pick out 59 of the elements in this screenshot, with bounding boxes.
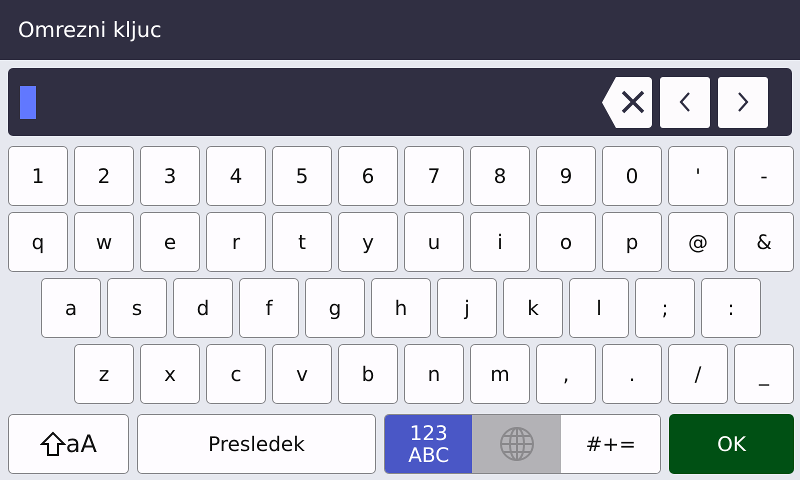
space-key[interactable]: Presledek [136,414,376,474]
keyboard-key[interactable]: 8 [470,146,530,206]
cursor-right-button[interactable] [718,76,768,128]
keyboard-key[interactable]: a [41,278,101,338]
keyboard-key[interactable]: - [734,146,794,206]
keyboard-key[interactable]: f [239,278,299,338]
keyboard-key[interactable]: o [536,212,596,272]
keyboard-key[interactable]: 3 [140,146,200,206]
keyboard-key[interactable]: . [602,344,662,404]
keyboard-key[interactable]: & [734,212,794,272]
keyboard-key[interactable]: 0 [602,146,662,206]
keyboard-key[interactable]: l [569,278,629,338]
keyboard-key[interactable]: k [503,278,563,338]
keyboard-key[interactable]: m [470,344,530,404]
keyboard-key[interactable]: 5 [272,146,332,206]
keyboard-key[interactable]: w [74,212,134,272]
backspace-button[interactable] [602,76,652,128]
chevron-left-icon [678,91,692,113]
keyboard-key[interactable]: / [668,344,728,404]
keyboard-key[interactable]: s [107,278,167,338]
shift-key[interactable]: aA [8,414,129,474]
keyboard-key[interactable]: : [701,278,761,338]
ok-button[interactable]: OK [669,414,794,474]
globe-icon [498,426,535,462]
mode-key[interactable]: 123 ABC [385,415,472,473]
keyboard-key[interactable]: 9 [536,146,596,206]
keyboard-key[interactable]: 1 [8,146,68,206]
keyboard-key[interactable]: u [404,212,464,272]
keyboard-key[interactable]: 2 [74,146,134,206]
keyboard-key[interactable]: ' [668,146,728,206]
keyboard-key[interactable]: r [206,212,266,272]
keyboard-key[interactable]: z [74,344,134,404]
keyboard-key[interactable]: g [305,278,365,338]
chevron-right-icon [736,91,750,113]
keyboard-key[interactable]: p [602,212,662,272]
keyboard-key[interactable]: q [8,212,68,272]
keyboard-key[interactable]: i [470,212,530,272]
mode-key[interactable]: #+= [561,415,660,473]
keyboard-key[interactable]: 4 [206,146,266,206]
keyboard-key[interactable]: h [371,278,431,338]
keyboard-key[interactable]: x [140,344,200,404]
keyboard-key[interactable]: y [338,212,398,272]
keyboard-key[interactable]: j [437,278,497,338]
keyboard-key[interactable]: @ [668,212,728,272]
cursor-left-button[interactable] [660,76,710,128]
keyboard-key[interactable]: d [173,278,233,338]
keyboard-key[interactable]: , [536,344,596,404]
shift-arrow-icon [40,431,66,457]
keyboard-key[interactable]: b [338,344,398,404]
keyboard-key[interactable]: ; [635,278,695,338]
keyboard-key[interactable]: c [206,344,266,404]
keyboard-key[interactable]: 6 [338,146,398,206]
keyboard-key[interactable]: t [272,212,332,272]
keyboard-key[interactable]: v [272,344,332,404]
keyboard-key[interactable]: _ [734,344,794,404]
keyboard-key[interactable]: e [140,212,200,272]
keyboard-key[interactable]: 7 [404,146,464,206]
screen-title: Omrezni kljuc [18,18,162,42]
keyboard-key[interactable]: n [404,344,464,404]
